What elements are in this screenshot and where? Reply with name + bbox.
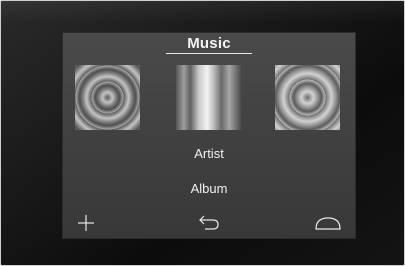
plus-icon [78, 215, 94, 231]
dome-icon [315, 217, 341, 230]
screen-title: Music [187, 35, 231, 52]
back-arrow-icon [199, 215, 219, 230]
home-button[interactable] [313, 211, 343, 235]
menu-item-album[interactable]: Album [63, 181, 355, 196]
device-bezel: Music Artist Album [0, 0, 405, 266]
album-art-thumbnail[interactable] [75, 65, 140, 130]
music-screen: Music Artist Album [63, 33, 355, 238]
album-art-thumbnail-selected[interactable] [176, 65, 241, 130]
add-button[interactable] [71, 211, 101, 235]
back-button[interactable] [194, 211, 224, 235]
title-underline [166, 53, 252, 54]
menu-item-artist[interactable]: Artist [63, 146, 355, 161]
album-art-thumbnail[interactable] [275, 65, 340, 130]
